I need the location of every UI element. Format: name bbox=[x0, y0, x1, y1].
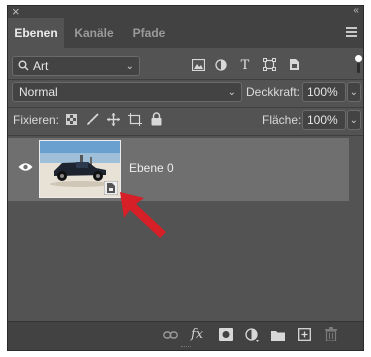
opacity-label: Deckkraft: bbox=[246, 85, 301, 99]
chevron-down-icon: ⌄ bbox=[227, 87, 236, 98]
opacity-dropdown[interactable]: ⌄ bbox=[347, 82, 361, 102]
divider bbox=[8, 79, 363, 80]
smart-object-filter-icon[interactable] bbox=[288, 58, 300, 71]
image-filter-icon[interactable] bbox=[192, 59, 205, 71]
new-layer-icon[interactable] bbox=[298, 328, 311, 341]
tab-ebenen[interactable]: Ebenen bbox=[8, 18, 64, 48]
layers-panel: × ‹‹ Ebenen Kanäle Pfade Art ⌄ T Normal … bbox=[7, 5, 364, 351]
shape-filter-icon[interactable] bbox=[263, 58, 276, 71]
fill-value: 100% bbox=[307, 113, 338, 127]
chevron-down-icon: ⌄ bbox=[349, 115, 358, 126]
filter-toggle-switch[interactable] bbox=[354, 55, 362, 75]
adjustment-filter-icon[interactable] bbox=[215, 59, 227, 71]
lock-transparent-pixels-icon[interactable] bbox=[66, 114, 77, 125]
panel-bottom-bar: fx bbox=[8, 321, 363, 350]
lock-position-icon[interactable] bbox=[107, 113, 120, 126]
filter-value: Art bbox=[33, 59, 49, 73]
collapse-icon[interactable]: ‹‹ bbox=[353, 6, 359, 16]
divider bbox=[8, 107, 363, 108]
new-group-folder-icon[interactable] bbox=[271, 329, 285, 341]
panel-menu-icon[interactable] bbox=[346, 27, 357, 37]
layer-style-fx-button[interactable]: fx bbox=[191, 327, 203, 342]
panel-tabbar: Ebenen Kanäle Pfade bbox=[8, 18, 363, 48]
close-icon[interactable]: × bbox=[12, 6, 20, 19]
chevron-down-icon: ⌄ bbox=[125, 61, 134, 72]
layer-row[interactable]: Ebene 0 bbox=[8, 138, 349, 201]
lock-image-pixels-icon[interactable] bbox=[86, 113, 99, 126]
annotation-arrow bbox=[120, 192, 166, 238]
layer-name[interactable]: Ebene 0 bbox=[129, 159, 174, 177]
blend-mode-value: Normal bbox=[19, 85, 58, 99]
resize-grip[interactable] bbox=[180, 346, 191, 349]
type-filter-icon[interactable]: T bbox=[239, 58, 251, 71]
tab-kanaele[interactable]: Kanäle bbox=[64, 18, 124, 48]
blend-mode-select[interactable]: Normal ⌄ bbox=[12, 82, 242, 102]
svg-text:T: T bbox=[241, 58, 250, 71]
new-adjustment-layer-icon[interactable] bbox=[245, 328, 259, 342]
tab-pfade[interactable]: Pfade bbox=[124, 18, 174, 48]
eye-icon[interactable] bbox=[18, 162, 33, 172]
layers-scrollbar[interactable] bbox=[349, 138, 363, 316]
fill-label: Fläche: bbox=[262, 113, 302, 127]
divider bbox=[8, 135, 363, 136]
search-icon bbox=[18, 60, 29, 71]
smart-object-badge-icon bbox=[104, 181, 118, 195]
opacity-input[interactable]: 100% bbox=[302, 82, 346, 102]
lock-label: Fixieren: bbox=[13, 113, 60, 127]
lock-all-icon[interactable] bbox=[151, 112, 162, 126]
opacity-value: 100% bbox=[307, 85, 338, 99]
fill-input[interactable]: 100% bbox=[302, 110, 346, 130]
layer-filter-select[interactable]: Art ⌄ bbox=[12, 56, 140, 76]
link-layers-icon[interactable] bbox=[163, 330, 178, 340]
fill-dropdown[interactable]: ⌄ bbox=[347, 110, 361, 130]
delete-layer-trash-icon[interactable] bbox=[325, 327, 337, 341]
add-layer-mask-icon[interactable] bbox=[219, 328, 233, 341]
chevron-down-icon: ⌄ bbox=[349, 87, 358, 98]
panel-titlebar: × ‹‹ bbox=[8, 6, 363, 19]
lock-artboard-icon[interactable] bbox=[128, 113, 142, 126]
layer-thumbnail[interactable] bbox=[39, 140, 121, 198]
